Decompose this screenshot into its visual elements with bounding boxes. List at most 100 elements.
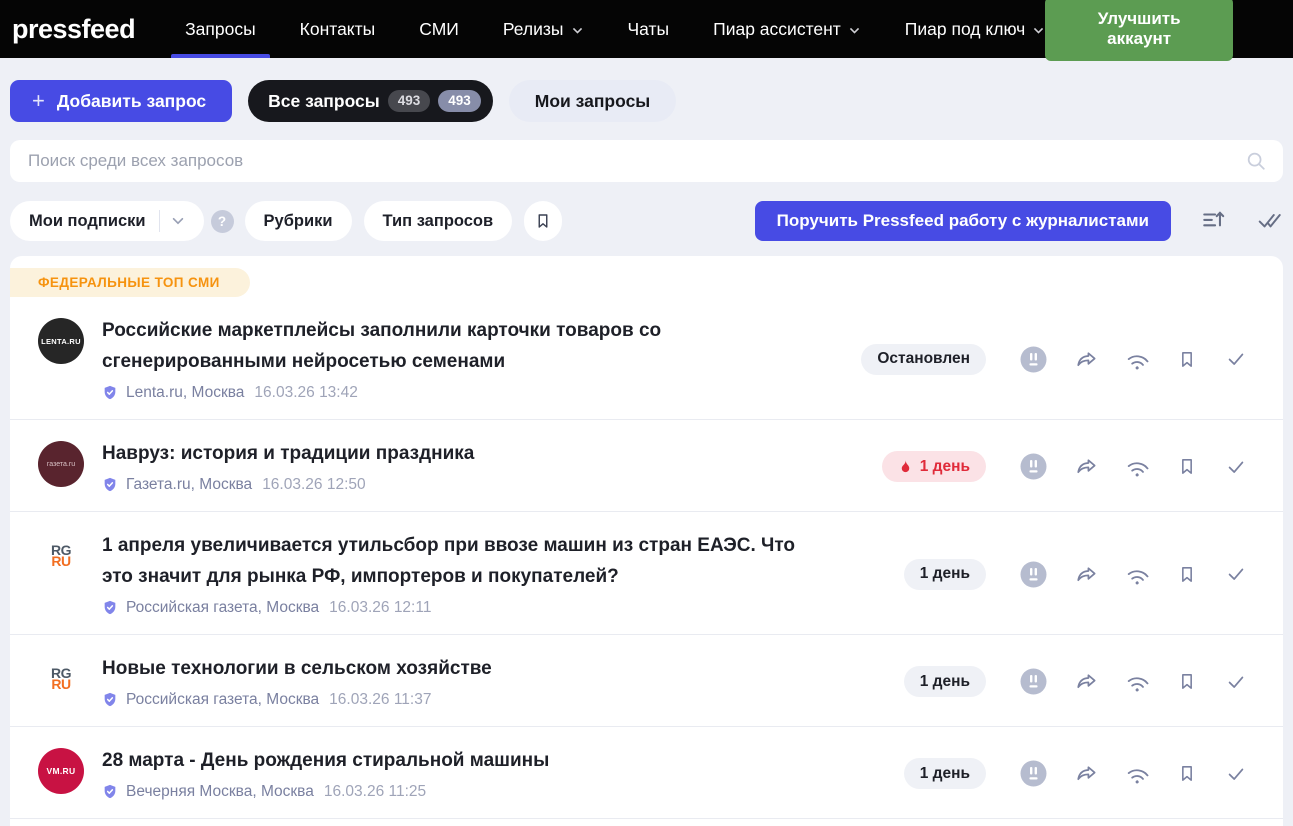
- request-row[interactable]: LENTA.RU Российские маркетплейсы заполни…: [10, 297, 1283, 419]
- tab-all-requests[interactable]: Все запросы 493 493: [248, 80, 493, 122]
- filter-subscriptions[interactable]: Мои подписки: [10, 201, 204, 241]
- divider: [10, 818, 1283, 819]
- request-date: 16.03.26 12:50: [262, 476, 365, 494]
- chevron-down-icon: [1032, 24, 1045, 37]
- chevron-down-icon[interactable]: [171, 214, 185, 228]
- share-icon[interactable]: [1075, 762, 1098, 785]
- request-title[interactable]: Новые технологии в сельском хозяйстве: [102, 653, 492, 684]
- status-badge: 1 день: [904, 666, 986, 697]
- all-requests-new-badge: 493: [438, 90, 481, 112]
- topic-badge: ФЕДЕРАЛЬНЫЕ ТОП СМИ: [10, 268, 250, 297]
- filter-rubrics[interactable]: Рубрики: [245, 201, 352, 241]
- check-icon[interactable]: [1225, 456, 1247, 478]
- requests-list: ФЕДЕРАЛЬНЫЕ ТОП СМИ LENTA.RU Российские …: [10, 256, 1283, 826]
- check-icon[interactable]: [1225, 348, 1247, 370]
- source-name: Российская газета, Москва: [126, 691, 319, 709]
- share-icon[interactable]: [1075, 455, 1098, 478]
- verified-shield-icon: [102, 476, 118, 493]
- avatar: RGRU: [38, 656, 84, 702]
- pause-icon[interactable]: [1020, 668, 1047, 695]
- nav-item-smi[interactable]: СМИ: [419, 0, 459, 58]
- rss-icon[interactable]: [1126, 563, 1149, 586]
- tab-my-requests[interactable]: Мои запросы: [509, 80, 677, 122]
- upgrade-account-button[interactable]: Улучшить аккаунт: [1045, 0, 1233, 61]
- source-name: Российская газета, Москва: [126, 599, 319, 617]
- filter-request-type[interactable]: Тип запросов: [364, 201, 513, 241]
- request-date: 16.03.26 11:25: [324, 783, 426, 801]
- filter-bookmarked[interactable]: [524, 201, 562, 241]
- request-row[interactable]: газета.ru Навруз: история и традиции пра…: [10, 420, 1283, 511]
- chevron-down-icon: [571, 24, 584, 37]
- rss-icon[interactable]: [1126, 762, 1149, 785]
- main-menu: Запросы Контакты СМИ Релизы Чаты Пиар ас…: [185, 0, 1045, 58]
- pause-icon[interactable]: [1020, 561, 1047, 588]
- pause-icon[interactable]: [1020, 346, 1047, 373]
- delegate-to-pressfeed-button[interactable]: Поручить Pressfeed работу с журналистами: [755, 201, 1171, 241]
- avatar: RGRU: [38, 533, 84, 579]
- status-badge: 1 день: [904, 758, 986, 789]
- nav-item-requests[interactable]: Запросы: [185, 0, 256, 58]
- nav-item-pr-turnkey[interactable]: Пиар под ключ: [905, 0, 1046, 58]
- nav-item-contacts[interactable]: Контакты: [300, 0, 376, 58]
- search-bar: [10, 140, 1283, 182]
- chevron-down-icon: [848, 24, 861, 37]
- status-badge: Остановлен: [861, 344, 986, 375]
- search-input[interactable]: [10, 140, 1283, 182]
- rss-icon[interactable]: [1126, 348, 1149, 371]
- bookmark-icon[interactable]: [1177, 456, 1197, 477]
- app-logo[interactable]: pressfeed: [12, 14, 135, 45]
- bookmark-icon[interactable]: [1177, 349, 1197, 370]
- request-title[interactable]: Навруз: история и традиции праздника: [102, 438, 474, 469]
- bookmark-icon[interactable]: [1177, 564, 1197, 585]
- source-name: Вечерняя Москва, Москва: [126, 783, 314, 801]
- request-title[interactable]: 1 апреля увеличивается утильсбор при вво…: [102, 530, 802, 592]
- request-row[interactable]: RGRU 1 апреля увеличивается утильсбор пр…: [10, 512, 1283, 634]
- nav-item-chats[interactable]: Чаты: [628, 0, 670, 58]
- help-icon[interactable]: ?: [211, 210, 234, 233]
- fire-icon: [898, 459, 913, 474]
- mark-all-read-icon[interactable]: [1257, 208, 1283, 234]
- all-requests-count-badge: 493: [388, 90, 431, 112]
- share-icon[interactable]: [1075, 563, 1098, 586]
- request-row[interactable]: VM.RU 28 марта - День рождения стирально…: [10, 727, 1283, 818]
- rss-icon[interactable]: [1126, 455, 1149, 478]
- share-icon[interactable]: [1075, 670, 1098, 693]
- request-row[interactable]: RGRU Новые технологии в сельском хозяйст…: [10, 635, 1283, 726]
- bookmark-icon[interactable]: [1177, 671, 1197, 692]
- pause-icon[interactable]: [1020, 760, 1047, 787]
- check-icon[interactable]: [1225, 763, 1247, 785]
- check-icon[interactable]: [1225, 563, 1247, 585]
- bookmark-icon[interactable]: [1177, 763, 1197, 784]
- source-name: Lenta.ru, Москва: [126, 384, 244, 402]
- nav-item-releases[interactable]: Релизы: [503, 0, 584, 58]
- status-badge: 1 день: [882, 451, 986, 482]
- request-date: 16.03.26 11:37: [329, 691, 431, 709]
- check-icon[interactable]: [1225, 671, 1247, 693]
- request-date: 16.03.26 12:11: [329, 599, 431, 617]
- sort-icon[interactable]: [1201, 208, 1227, 234]
- source-name: Газета.ru, Москва: [126, 476, 252, 494]
- share-icon[interactable]: [1075, 348, 1098, 371]
- divider: [159, 210, 160, 232]
- avatar: VM.RU: [38, 748, 84, 794]
- verified-shield-icon: [102, 691, 118, 708]
- request-title[interactable]: 28 марта - День рождения стиральной маши…: [102, 745, 549, 776]
- top-nav: pressfeed Запросы Контакты СМИ Релизы Ча…: [0, 0, 1293, 58]
- pause-icon[interactable]: [1020, 453, 1047, 480]
- request-date: 16.03.26 13:42: [254, 384, 357, 402]
- avatar: газета.ru: [38, 441, 84, 487]
- verified-shield-icon: [102, 599, 118, 616]
- request-title[interactable]: Российские маркетплейсы заполнили карточ…: [102, 315, 802, 377]
- add-request-button[interactable]: + Добавить запрос: [10, 80, 232, 122]
- search-icon[interactable]: [1245, 150, 1267, 172]
- requests-toolbar: + Добавить запрос Все запросы 493 493 Мо…: [10, 80, 1283, 122]
- filter-row: Мои подписки ? Рубрики Тип запросов Пору…: [10, 201, 1283, 241]
- bookmark-icon: [534, 212, 552, 230]
- verified-shield-icon: [102, 783, 118, 800]
- avatar: LENTA.RU: [38, 318, 84, 364]
- plus-icon: +: [32, 90, 45, 112]
- verified-shield-icon: [102, 384, 118, 401]
- status-badge: 1 день: [904, 559, 986, 590]
- nav-item-pr-assistant[interactable]: Пиар ассистент: [713, 0, 861, 58]
- rss-icon[interactable]: [1126, 670, 1149, 693]
